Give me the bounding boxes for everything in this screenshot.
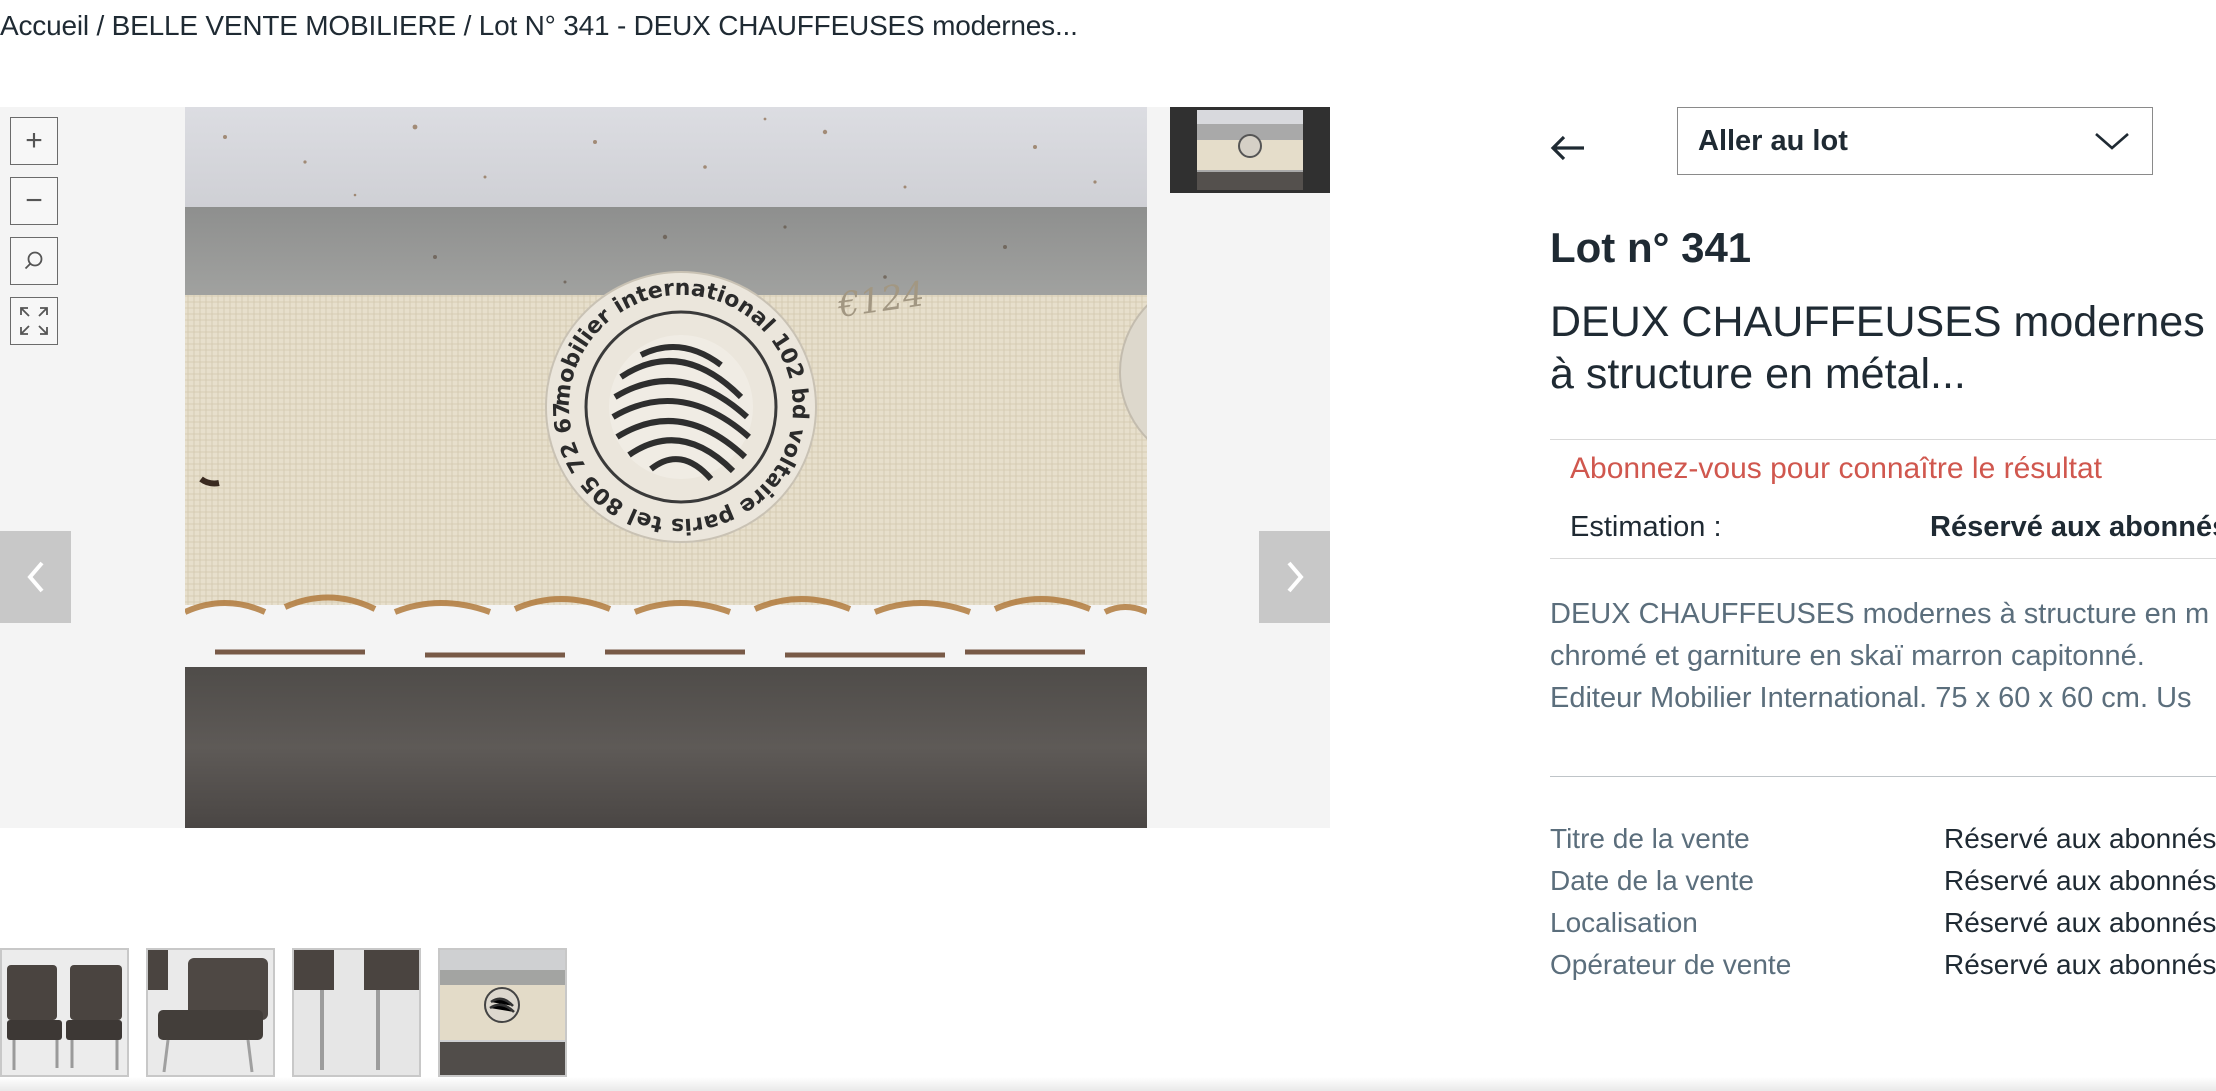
zoom-in-icon: +	[25, 124, 43, 157]
goto-lot-select[interactable]: Aller au lot	[1677, 107, 2153, 175]
main-photo[interactable]: mobilier international 102 bd voltaire p…	[185, 107, 1147, 828]
next-image-button[interactable]	[1259, 531, 1330, 623]
image-viewer: mobilier international 102 bd voltaire p…	[0, 107, 1330, 828]
zoom-in-button[interactable]: +	[10, 117, 58, 165]
viewer-thumbnail-selected[interactable]	[1170, 107, 1330, 193]
divider	[1550, 776, 2216, 777]
info-key: Localisation	[1550, 907, 1698, 938]
info-value: Réservé aux abonnés	[1944, 949, 2216, 980]
breadcrumb-separator: /	[88, 10, 112, 41]
description-line: Editeur Mobilier International. 75 x 60 …	[1550, 682, 2192, 714]
lot-photo-image: mobilier international 102 bd voltaire p…	[185, 107, 1147, 828]
breadcrumb-lot: Lot N° 341 - DEUX CHAUFFEUSES modernes..…	[478, 10, 1078, 41]
chevron-down-icon	[2095, 133, 2129, 150]
previous-image-button[interactable]	[0, 531, 71, 623]
divider	[1550, 439, 2216, 440]
divider	[1550, 558, 2216, 559]
thumbnail-image	[1197, 110, 1303, 190]
info-value: Réservé aux abonnés	[1944, 907, 2216, 938]
fullscreen-button[interactable]	[10, 297, 58, 345]
lot-number: Lot n° 341	[1550, 224, 1752, 271]
info-key: Titre de la vente	[1550, 823, 1750, 854]
subscribe-link[interactable]: Abonnez-vous pour connaître le résultat	[1570, 452, 2102, 486]
description-line: DEUX CHAUFFEUSES modernes à structure en…	[1550, 598, 2210, 630]
zoom-out-icon: −	[25, 184, 43, 217]
chevron-left-icon	[26, 561, 44, 593]
estimation-value: Réservé aux abonnés	[1930, 511, 2216, 543]
thumbnail-image	[294, 950, 419, 1075]
back-button[interactable]	[1548, 130, 1588, 166]
info-value: Réservé aux abonnés	[1944, 865, 2216, 896]
thumbnail[interactable]	[146, 948, 275, 1077]
thumbnail[interactable]	[292, 948, 421, 1077]
thumbnail-image	[440, 950, 565, 1075]
page-bottom-edge	[0, 1077, 2216, 1091]
thumbnail-image	[148, 950, 273, 1075]
thumbnail-image	[2, 950, 127, 1075]
lot-description: DEUX CHAUFFEUSES modernes à structure en…	[1550, 593, 2209, 719]
fullscreen-icon	[20, 307, 48, 335]
chevron-right-icon	[1286, 561, 1304, 593]
breadcrumb-sale[interactable]: BELLE VENTE MOBILIERE	[112, 10, 457, 41]
breadcrumb-separator: /	[456, 10, 479, 41]
search-icon	[24, 251, 43, 270]
zoom-reset-button[interactable]	[10, 237, 58, 285]
info-key: Date de la vente	[1550, 865, 1754, 896]
goto-lot-label: Aller au lot	[1698, 124, 1848, 157]
breadcrumb: Accueil / BELLE VENTE MOBILIERE / Lot N°…	[0, 10, 1078, 42]
thumbnail[interactable]	[438, 948, 567, 1077]
info-key: Opérateur de vente	[1550, 949, 1792, 980]
info-value: Réservé aux abonnés	[1944, 823, 2216, 854]
estimation-label: Estimation :	[1570, 511, 1722, 543]
arrow-left-icon	[1550, 135, 1584, 161]
zoom-out-button[interactable]: −	[10, 177, 58, 225]
description-line: chromé et garniture en skaï marron capit…	[1550, 640, 2145, 672]
breadcrumb-home[interactable]: Accueil	[0, 10, 89, 41]
lot-title: DEUX CHAUFFEUSES modernes à structure en…	[1550, 298, 2205, 398]
thumbnail[interactable]	[0, 948, 129, 1077]
